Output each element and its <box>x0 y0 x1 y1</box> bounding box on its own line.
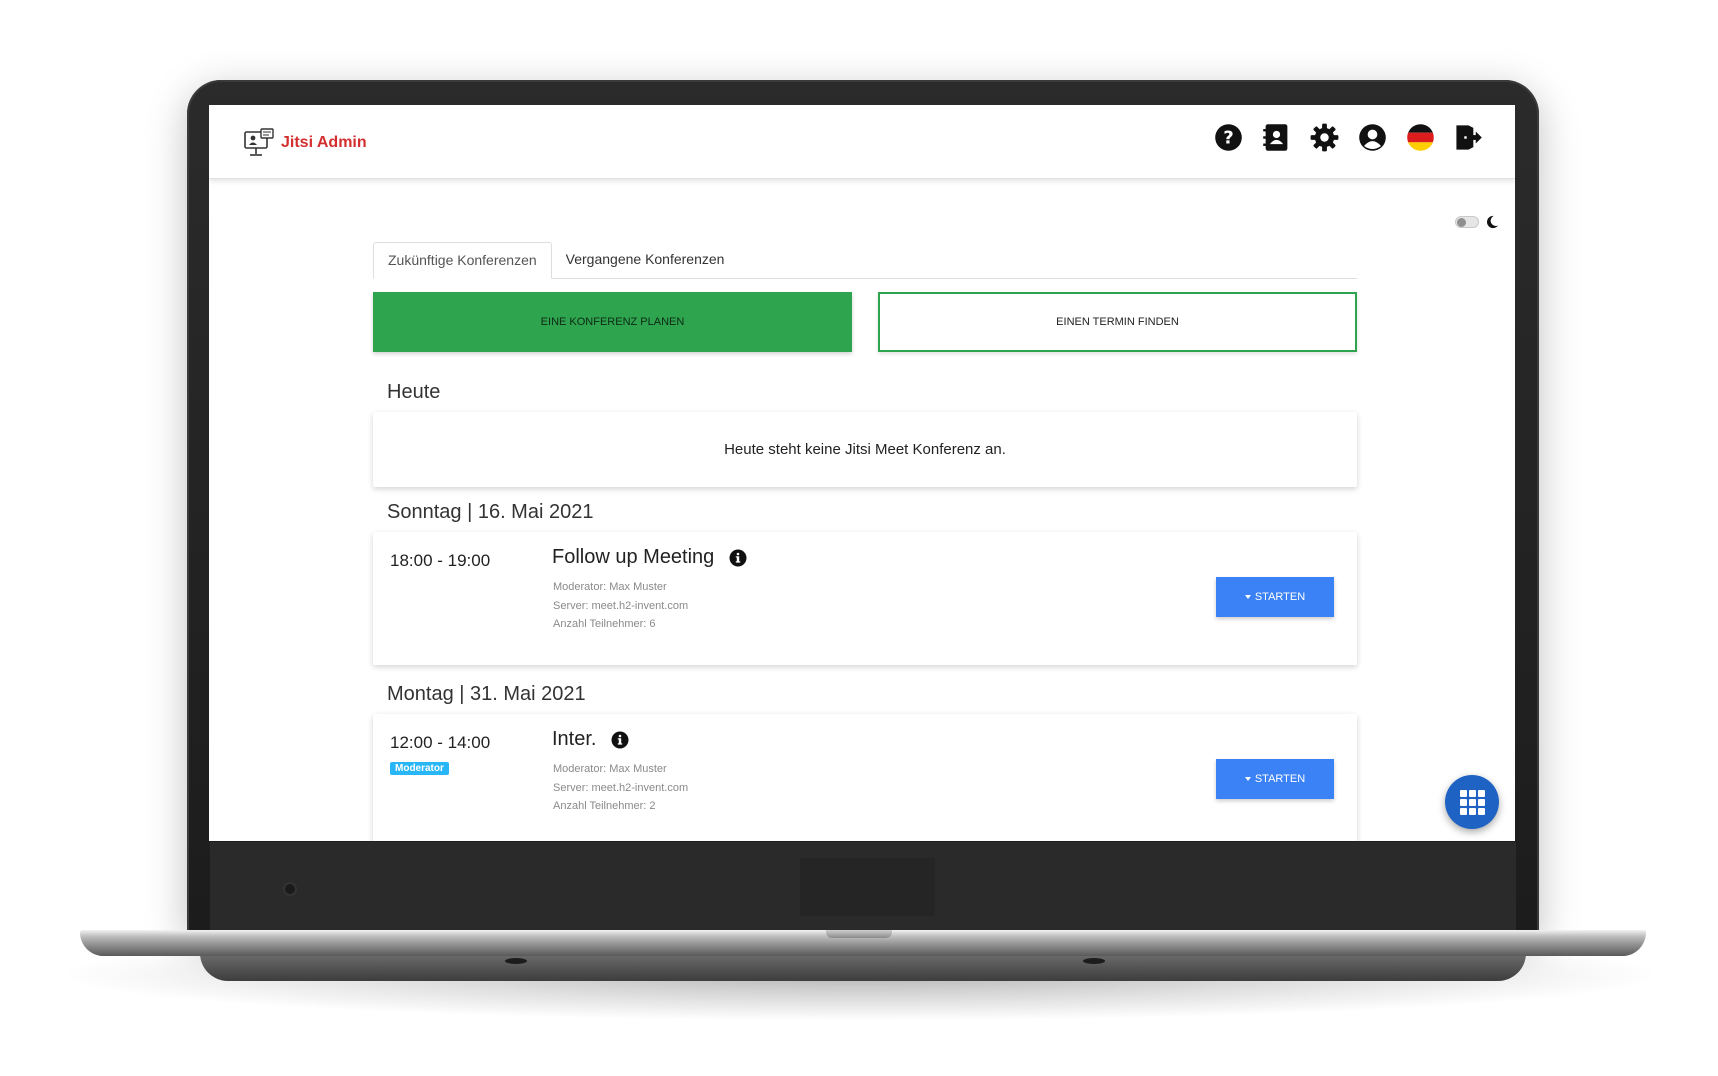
today-empty-card: Heute steht keine Jitsi Meet Konferenz a… <box>373 412 1357 487</box>
moderator-badge: Moderator <box>390 762 449 775</box>
caret-down-icon <box>1244 595 1251 599</box>
laptop-foot <box>1083 958 1105 964</box>
conference-participants: Anzahl Teilnehmer: 2 <box>553 800 656 812</box>
contacts-icon[interactable] <box>1262 123 1291 152</box>
logout-icon[interactable] <box>1454 123 1483 152</box>
conference-details: Moderator: Max Muster Server: meet.h2-in… <box>553 578 688 634</box>
conference-server: Server: meet.h2-invent.com <box>553 781 689 794</box>
day-heading: Montag | 31. Mai 2021 <box>387 683 586 705</box>
conference-server: Server: meet.h2-invent.com <box>553 599 689 612</box>
caret-down-icon <box>1244 777 1251 781</box>
main-content: Zukünftige Konferenzen Vergangene Konfer… <box>373 242 1357 841</box>
conference-time: 18:00 - 19:00 <box>390 551 491 570</box>
conference-moderator: Moderator: Max Muster <box>553 581 667 593</box>
info-icon[interactable] <box>729 549 747 567</box>
tab-future-conferences[interactable]: Zukünftige Konferenzen <box>373 242 552 279</box>
monitor-users-icon <box>244 128 274 156</box>
settings-icon[interactable] <box>1310 123 1339 152</box>
svg-text:?: ? <box>1223 128 1234 149</box>
conference-moderator: Moderator: Max Muster <box>553 763 667 775</box>
day-heading: Sonntag | 16. Mai 2021 <box>387 501 594 523</box>
start-conference-button[interactable]: STARTEN <box>1216 577 1334 617</box>
grid-icon <box>1459 789 1485 815</box>
conference-title-row: Follow up Meeting <box>552 546 747 569</box>
dark-mode-toggle[interactable] <box>1455 215 1499 229</box>
laptop-camera <box>283 882 297 896</box>
conference-details: Moderator: Max Muster Server: meet.h2-in… <box>553 760 688 816</box>
conference-title-row: Inter. <box>552 728 629 751</box>
top-navbar: Jitsi Admin ? <box>209 105 1515 179</box>
apps-menu-button[interactable] <box>1445 775 1499 829</box>
dark-mode-switch[interactable] <box>1455 216 1479 228</box>
help-icon[interactable]: ? <box>1214 123 1243 152</box>
conference-title: Follow up Meeting <box>552 546 715 568</box>
laptop-notch <box>826 930 892 938</box>
language-flag-de-icon[interactable] <box>1406 123 1435 152</box>
conference-tabs: Zukünftige Konferenzen Vergangene Konfer… <box>373 242 1357 279</box>
start-conference-button[interactable]: STARTEN <box>1216 759 1334 799</box>
app-screen: Jitsi Admin ? Zukünftige Konferenzen Ver… <box>209 105 1515 841</box>
tab-past-conferences[interactable]: Vergangene Konferenzen <box>552 242 739 279</box>
conference-time: 12:00 - 14:00 <box>390 733 491 752</box>
conference-card: 18:00 - 19:00 Follow up Meeting Moderato… <box>373 532 1357 665</box>
laptop-hinge <box>800 858 935 916</box>
action-buttons: EINE KONFERENZ PLANEN EINEN TERMIN FINDE… <box>373 292 1357 352</box>
app-title: Jitsi Admin <box>281 134 367 151</box>
moon-icon <box>1485 215 1499 229</box>
profile-icon[interactable] <box>1358 123 1387 152</box>
laptop-foot <box>505 958 527 964</box>
laptop-base-lower <box>200 953 1526 981</box>
today-heading: Heute <box>387 381 441 403</box>
conference-card: 12:00 - 14:00 Moderator Inter. Moderator… <box>373 714 1357 841</box>
plan-conference-button[interactable]: EINE KONFERENZ PLANEN <box>373 292 852 352</box>
empty-message: Heute steht keine Jitsi Meet Konferenz a… <box>724 441 1006 458</box>
app-logo[interactable]: Jitsi Admin <box>243 127 367 159</box>
header-actions: ? <box>1214 123 1483 152</box>
conference-title: Inter. <box>552 728 597 750</box>
find-appointment-button[interactable]: EINEN TERMIN FINDEN <box>878 292 1357 352</box>
info-icon[interactable] <box>611 731 629 749</box>
conference-participants: Anzahl Teilnehmer: 6 <box>553 618 656 630</box>
